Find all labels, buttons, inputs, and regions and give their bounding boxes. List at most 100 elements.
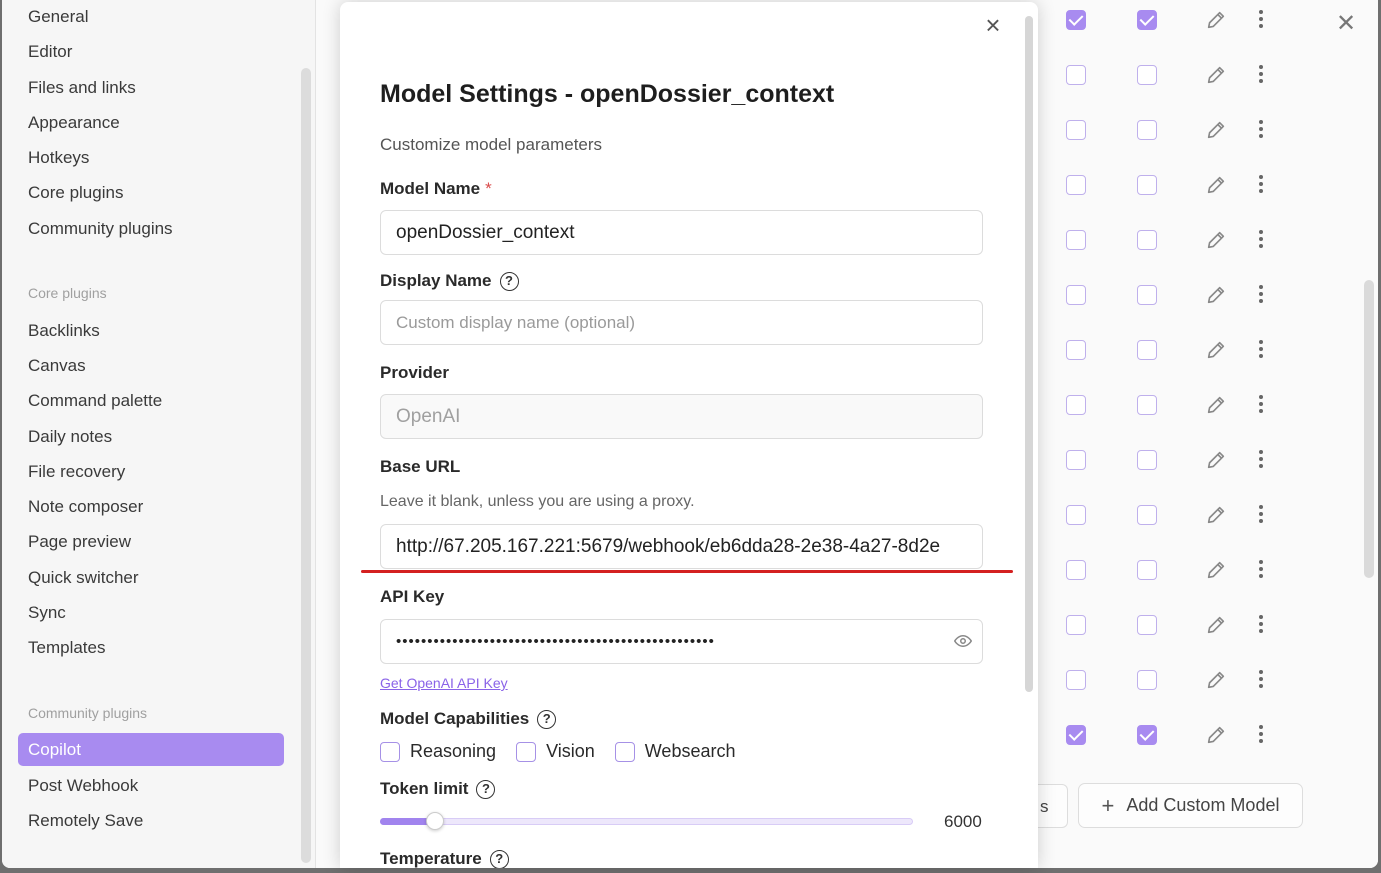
sidebar-item-post-webhook[interactable]: Post Webhook <box>18 769 284 802</box>
more-options-icon[interactable] <box>1255 10 1267 30</box>
help-icon[interactable]: ? <box>499 271 519 291</box>
add-custom-model-button[interactable]: + Add Custom Model <box>1078 783 1303 828</box>
more-options-icon[interactable] <box>1255 505 1267 525</box>
pencil-icon[interactable] <box>1205 119 1227 141</box>
pencil-icon[interactable] <box>1205 174 1227 196</box>
row-cors-checkbox[interactable] <box>1137 65 1157 85</box>
sidebar-scrollbar[interactable] <box>301 68 311 863</box>
row-enable-checkbox[interactable] <box>1066 65 1086 85</box>
checkbox-box[interactable] <box>516 741 537 762</box>
api-key-input[interactable]: ••••••••••••••••••••••••••••••••••••••••… <box>380 619 983 664</box>
sidebar-item-quick-switcher[interactable]: Quick switcher <box>18 561 284 594</box>
row-enable-checkbox[interactable] <box>1066 285 1086 305</box>
more-options-icon[interactable] <box>1255 230 1267 250</box>
token-limit-slider-thumb[interactable] <box>426 812 444 830</box>
sidebar-item-hotkeys[interactable]: Hotkeys <box>18 141 284 174</box>
sidebar-item-command-palette[interactable]: Command palette <box>18 384 284 417</box>
sidebar-item-community-plugins[interactable]: Community plugins <box>18 212 284 245</box>
row-enable-checkbox[interactable] <box>1066 725 1086 745</box>
sidebar-item-copilot[interactable]: Copilot <box>18 733 284 766</box>
row-cors-checkbox[interactable] <box>1137 285 1157 305</box>
token-limit-slider[interactable] <box>380 818 913 825</box>
pencil-icon[interactable] <box>1205 9 1227 31</box>
row-cors-checkbox[interactable] <box>1137 10 1157 30</box>
row-cors-checkbox[interactable] <box>1137 450 1157 470</box>
more-options-icon[interactable] <box>1255 560 1267 580</box>
row-enable-checkbox[interactable] <box>1066 230 1086 250</box>
more-options-icon[interactable] <box>1255 65 1267 85</box>
sidebar-item-appearance[interactable]: Appearance <box>18 106 284 139</box>
more-options-icon[interactable] <box>1255 615 1267 635</box>
pencil-icon[interactable] <box>1205 724 1227 746</box>
checkbox-box[interactable] <box>380 741 400 762</box>
websearch-checkbox[interactable]: Websearch <box>614 741 735 762</box>
help-icon[interactable]: ? <box>476 779 496 799</box>
sidebar-item-editor[interactable]: Editor <box>18 35 284 68</box>
row-enable-checkbox[interactable] <box>1066 505 1086 525</box>
row-cors-checkbox[interactable] <box>1137 670 1157 690</box>
pencil-icon[interactable] <box>1205 339 1227 361</box>
model-name-input[interactable]: openDossier_context <box>380 210 983 255</box>
sidebar-item-canvas[interactable]: Canvas <box>18 349 284 382</box>
pencil-icon[interactable] <box>1205 64 1227 86</box>
sidebar-item-templates[interactable]: Templates <box>18 631 284 664</box>
help-icon[interactable]: ? <box>537 709 557 729</box>
more-options-icon[interactable] <box>1255 395 1267 415</box>
row-enable-checkbox[interactable] <box>1066 340 1086 360</box>
content-scrollbar[interactable] <box>1364 280 1374 578</box>
more-options-icon[interactable] <box>1255 450 1267 470</box>
row-cors-checkbox[interactable] <box>1137 560 1157 580</box>
get-api-key-link[interactable]: Get OpenAI API Key <box>380 675 508 691</box>
row-enable-checkbox[interactable] <box>1066 10 1086 30</box>
display-name-input[interactable]: Custom display name (optional) <box>380 300 983 345</box>
row-enable-checkbox[interactable] <box>1066 615 1086 635</box>
row-enable-checkbox[interactable] <box>1066 560 1086 580</box>
base-url-input[interactable]: http://67.205.167.221:5679/webhook/eb6dd… <box>380 524 983 569</box>
row-cors-checkbox[interactable] <box>1137 175 1157 195</box>
row-enable-checkbox[interactable] <box>1066 450 1086 470</box>
settings-close-icon[interactable]: ✕ <box>1334 10 1358 38</box>
row-cors-checkbox[interactable] <box>1137 725 1157 745</box>
row-enable-checkbox[interactable] <box>1066 120 1086 140</box>
row-cors-checkbox[interactable] <box>1137 505 1157 525</box>
pencil-icon[interactable] <box>1205 284 1227 306</box>
row-cors-checkbox[interactable] <box>1137 395 1157 415</box>
sidebar-item-file-recovery[interactable]: File recovery <box>18 455 284 488</box>
checkbox-box[interactable] <box>614 741 635 762</box>
sidebar-item-page-preview[interactable]: Page preview <box>18 525 284 558</box>
sidebar-item-files-and-links[interactable]: Files and links <box>18 71 284 104</box>
pencil-icon[interactable] <box>1205 229 1227 251</box>
modal-scrollbar[interactable] <box>1025 16 1033 692</box>
more-options-icon[interactable] <box>1255 670 1267 690</box>
pencil-icon[interactable] <box>1205 449 1227 471</box>
row-enable-checkbox[interactable] <box>1066 175 1086 195</box>
sidebar-item-remotely-save[interactable]: Remotely Save <box>18 804 284 837</box>
pencil-icon[interactable] <box>1205 669 1227 691</box>
sidebar-item-daily-notes[interactable]: Daily notes <box>18 420 284 453</box>
sidebar-item-sync[interactable]: Sync <box>18 596 284 629</box>
modal-close-icon[interactable]: × <box>980 12 1006 38</box>
row-enable-checkbox[interactable] <box>1066 670 1086 690</box>
sidebar-item-note-composer[interactable]: Note composer <box>18 490 284 523</box>
more-options-icon[interactable] <box>1255 120 1267 140</box>
pencil-icon[interactable] <box>1205 559 1227 581</box>
sidebar-item-backlinks[interactable]: Backlinks <box>18 314 284 347</box>
more-options-icon[interactable] <box>1255 285 1267 305</box>
more-options-icon[interactable] <box>1255 725 1267 745</box>
vision-checkbox[interactable]: Vision <box>516 741 595 762</box>
row-cors-checkbox[interactable] <box>1137 340 1157 360</box>
pencil-icon[interactable] <box>1205 394 1227 416</box>
help-icon[interactable]: ? <box>489 849 509 868</box>
row-cors-checkbox[interactable] <box>1137 615 1157 635</box>
sidebar-item-general[interactable]: General <box>18 0 284 33</box>
row-enable-checkbox[interactable] <box>1066 395 1086 415</box>
sidebar-item-core-plugins[interactable]: Core plugins <box>18 176 284 209</box>
reasoning-checkbox[interactable]: Reasoning <box>380 741 496 762</box>
row-cors-checkbox[interactable] <box>1137 120 1157 140</box>
more-options-icon[interactable] <box>1255 340 1267 360</box>
more-options-icon[interactable] <box>1255 175 1267 195</box>
pencil-icon[interactable] <box>1205 504 1227 526</box>
row-cors-checkbox[interactable] <box>1137 230 1157 250</box>
eye-icon[interactable] <box>954 632 972 650</box>
pencil-icon[interactable] <box>1205 614 1227 636</box>
